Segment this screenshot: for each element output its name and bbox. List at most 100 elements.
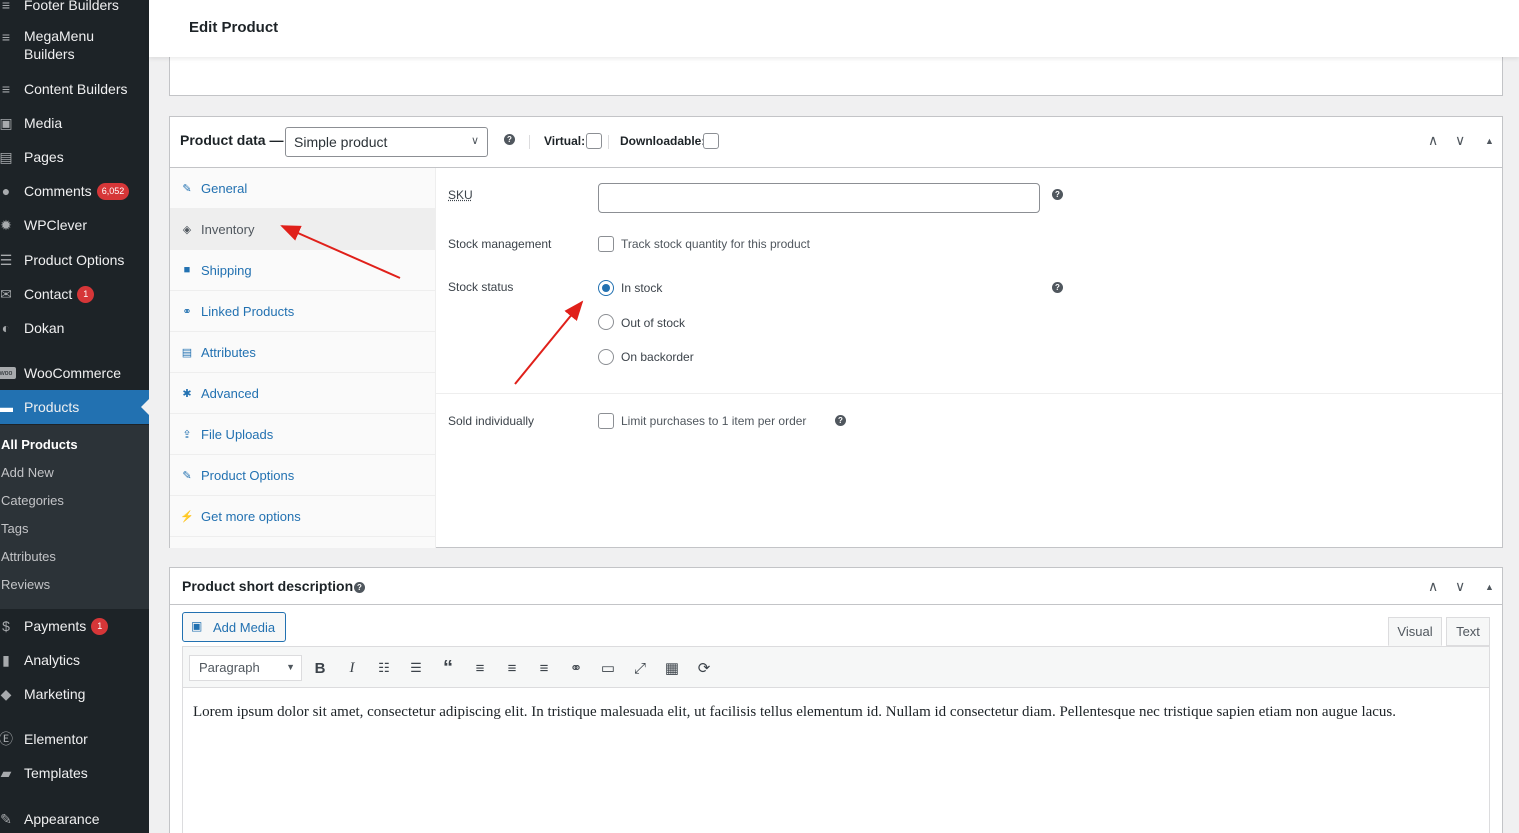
tab-inventory[interactable]: ◈ Inventory xyxy=(170,209,436,250)
move-down-icon[interactable]: ∨ xyxy=(1455,578,1465,595)
editor-content[interactable]: Lorem ipsum dolor sit amet, consectetur … xyxy=(193,704,1479,721)
menu-wpclever[interactable]: ✹ WPClever xyxy=(0,215,149,235)
product-type-value: Simple product xyxy=(294,134,388,150)
tab-label: File Uploads xyxy=(201,426,274,442)
fullscreen-icon[interactable]: ⤢ xyxy=(630,658,650,678)
submenu-attributes[interactable]: Attributes xyxy=(1,549,56,564)
comments-icon: ● xyxy=(1,183,11,199)
menu-contact[interactable]: ✉ Contact 1 xyxy=(0,284,149,304)
link-icon[interactable]: ⚭ xyxy=(566,658,586,678)
chart-icon: ▮ xyxy=(2,651,10,668)
menu-media[interactable]: ▣ Media xyxy=(0,113,149,133)
tab-file-uploads[interactable]: ⇪ File Uploads xyxy=(170,414,436,455)
menu-comments[interactable]: ● Comments 6,052 xyxy=(0,181,149,201)
refresh-icon[interactable]: ⟳ xyxy=(694,658,714,678)
product-data-title: Product data — xyxy=(180,132,284,148)
tab-visual[interactable]: Visual xyxy=(1388,617,1442,646)
downloadable-label: Downloadable: xyxy=(620,134,706,148)
align-right-icon[interactable]: ≡ xyxy=(534,658,554,678)
menu-lines-icon: ≡ xyxy=(1,81,11,97)
help-icon[interactable]: ? xyxy=(1052,189,1063,200)
tab-shipping[interactable]: ■ Shipping xyxy=(170,250,436,291)
menu-appearance[interactable]: ✎ Appearance xyxy=(0,809,149,829)
read-more-icon[interactable]: ▭ xyxy=(598,658,618,678)
submenu-categories[interactable]: Categories xyxy=(1,493,64,508)
menu-content-builders[interactable]: ≡ Content Builders xyxy=(0,79,149,99)
downloadable-checkbox[interactable] xyxy=(703,133,719,149)
tab-product-options[interactable]: ✎ Product Options xyxy=(170,455,436,496)
tab-label: General xyxy=(201,180,248,196)
add-media-button[interactable]: ▣ Add Media xyxy=(182,612,286,642)
format-select[interactable]: Paragraph ▼ xyxy=(189,655,302,681)
help-icon[interactable]: ? xyxy=(835,415,846,426)
bold-icon[interactable]: B xyxy=(310,658,330,678)
manage-stock-checkbox[interactable] xyxy=(598,236,614,252)
submenu-tags[interactable]: Tags xyxy=(1,521,28,536)
move-up-icon[interactable]: ∧ xyxy=(1428,132,1438,149)
collapse-toggle-icon[interactable]: ▲ xyxy=(1485,582,1494,592)
tab-general[interactable]: ✎ General xyxy=(170,168,436,209)
format-value: Paragraph xyxy=(199,660,260,675)
tab-text[interactable]: Text xyxy=(1446,617,1490,646)
menu-payments[interactable]: $ Payments 1 xyxy=(0,616,149,636)
menu-analytics[interactable]: ▮ Analytics xyxy=(0,650,149,670)
contact-count-badge: 1 xyxy=(77,285,95,303)
move-up-icon[interactable]: ∧ xyxy=(1428,578,1438,595)
plug-icon: ⚡ xyxy=(180,510,194,523)
radio-in-stock[interactable] xyxy=(598,280,614,296)
align-center-icon[interactable]: ≡ xyxy=(502,658,522,678)
menu-dokan[interactable]: ◐ Dokan xyxy=(0,318,149,338)
help-icon[interactable]: ? xyxy=(354,582,365,593)
payments-count-badge: 1 xyxy=(91,617,109,635)
menu-label-line2: Builders xyxy=(24,46,75,62)
menu-megamenu-builders[interactable]: ≡ MegaMenu Builders xyxy=(0,27,149,63)
virtual-checkbox[interactable] xyxy=(586,133,602,149)
megaphone-icon: ◆ xyxy=(0,685,12,702)
in-stock-label: In stock xyxy=(621,281,663,295)
menu-pages[interactable]: ▤ Pages xyxy=(0,147,149,167)
collapse-toggle-icon[interactable]: ▲ xyxy=(1485,136,1494,146)
stock-management-label: Stock management xyxy=(448,237,552,251)
move-down-icon[interactable]: ∨ xyxy=(1455,132,1465,149)
menu-product-options[interactable]: ☰ Product Options xyxy=(0,250,149,270)
list-icon: ☰ xyxy=(0,251,13,268)
tab-label: Attributes xyxy=(201,344,256,360)
toolbar-toggle-icon[interactable]: ▦ xyxy=(662,658,682,678)
tab-label: Inventory xyxy=(201,221,255,237)
numbered-list-icon[interactable]: ☰ xyxy=(406,658,426,678)
menu-marketing[interactable]: ◆ Marketing xyxy=(0,684,149,704)
section-divider xyxy=(436,393,1502,394)
tab-advanced[interactable]: ✱ Advanced xyxy=(170,373,436,414)
sku-input[interactable] xyxy=(598,183,1040,213)
tab-label: Linked Products xyxy=(201,303,295,319)
product-type-select[interactable]: Simple product ∨ xyxy=(285,127,488,157)
tab-label: Advanced xyxy=(201,385,259,401)
radio-on-backorder[interactable] xyxy=(598,349,614,365)
align-left-icon[interactable]: ≡ xyxy=(470,658,490,678)
bullet-list-icon[interactable]: ☷ xyxy=(374,658,394,678)
radio-out-of-stock[interactable] xyxy=(598,314,614,330)
blockquote-icon[interactable]: “ xyxy=(438,657,458,679)
menu-lines-icon: ≡ xyxy=(1,29,11,45)
menu-footer-builders[interactable]: ≡ Footer Builders xyxy=(0,0,149,15)
menu-elementor[interactable]: Ⓔ Elementor xyxy=(0,729,149,749)
submenu-add-new[interactable]: Add New xyxy=(1,465,54,480)
tab-attributes[interactable]: ▤ Attributes xyxy=(170,332,436,373)
help-icon[interactable]: ? xyxy=(504,134,515,145)
submenu-all-products[interactable]: All Products xyxy=(1,437,78,452)
help-icon[interactable]: ? xyxy=(1052,282,1063,293)
header-divider xyxy=(529,135,530,149)
tab-get-more-options[interactable]: ⚡ Get more options xyxy=(170,496,436,537)
tab-linked-products[interactable]: ⚭ Linked Products xyxy=(170,291,436,332)
sold-individually-checkbox[interactable] xyxy=(598,413,614,429)
tag-icon: ◈ xyxy=(182,223,192,236)
italic-icon[interactable]: I xyxy=(342,658,362,678)
upload-icon: ⇪ xyxy=(182,428,192,441)
menu-woocommerce[interactable]: woo WooCommerce xyxy=(0,363,149,383)
editor: Paragraph ▼ B I ☷ ☰ “ ≡ ≡ ≡ ⚭ ▭ ⤢ ▦ ⟳ Lo… xyxy=(182,646,1490,833)
tab-label: Product Options xyxy=(201,467,295,483)
menu-templates[interactable]: ▰ Templates xyxy=(0,763,149,783)
submenu-reviews[interactable]: Reviews xyxy=(1,577,50,592)
dollar-icon: $ xyxy=(2,618,10,634)
menu-products[interactable]: ▬ Products xyxy=(0,390,149,424)
